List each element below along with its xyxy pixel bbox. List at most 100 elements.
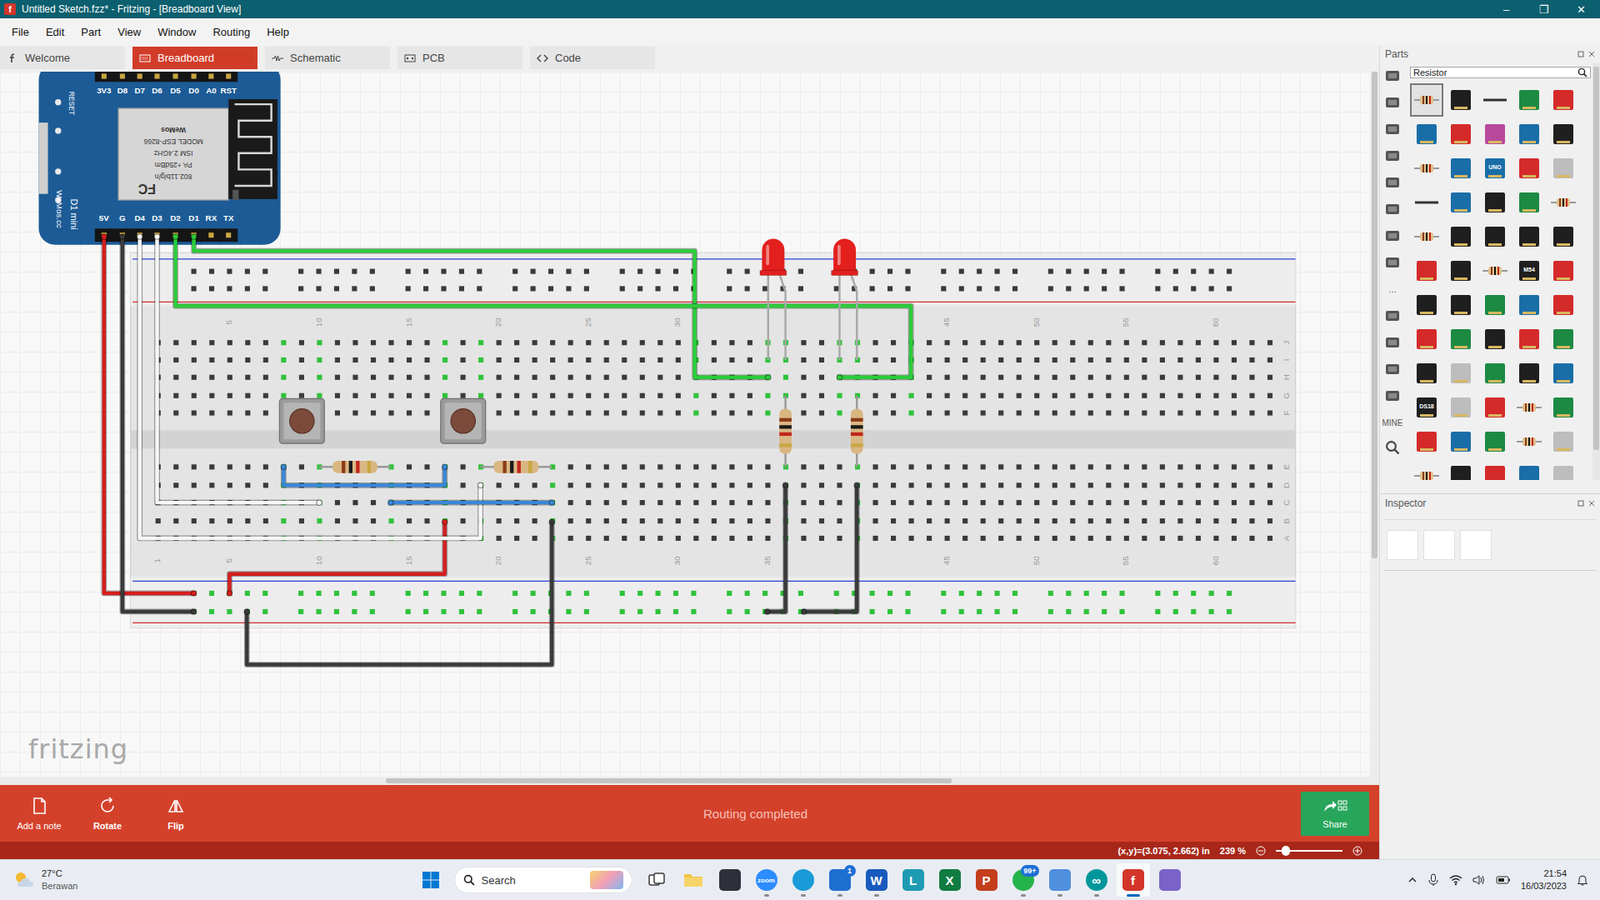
wire[interactable] xyxy=(764,482,788,615)
part-result[interactable] xyxy=(1410,459,1444,480)
taskbar-app[interactable] xyxy=(640,863,674,897)
part-result[interactable] xyxy=(1444,117,1478,151)
part-result[interactable] xyxy=(1444,220,1478,254)
menu-item[interactable]: Edit xyxy=(37,22,73,42)
view-tab[interactable]: Welcome xyxy=(0,46,125,70)
part-result[interactable] xyxy=(1444,83,1478,117)
part-result[interactable] xyxy=(1512,288,1546,322)
resistor[interactable] xyxy=(319,460,391,474)
part-result[interactable] xyxy=(1410,425,1444,459)
part-result[interactable] xyxy=(1478,185,1512,220)
bin-icon[interactable] xyxy=(1383,173,1402,192)
taskbar-app[interactable]: P xyxy=(970,863,1004,897)
taskbar-app[interactable] xyxy=(676,863,710,897)
part-result[interactable] xyxy=(1478,220,1512,254)
toolbar-button[interactable]: Add a note xyxy=(5,795,74,831)
toolbar-button[interactable]: Flip xyxy=(141,795,210,831)
menu-item[interactable]: Window xyxy=(149,22,205,42)
part-result[interactable] xyxy=(1444,288,1478,322)
taskbar-app[interactable] xyxy=(1153,863,1187,897)
led[interactable] xyxy=(831,238,859,360)
chevron-up-icon[interactable] xyxy=(1407,875,1418,885)
microphone-icon[interactable] xyxy=(1427,873,1440,887)
part-result[interactable] xyxy=(1478,356,1512,390)
part-result[interactable] xyxy=(1512,425,1546,459)
wire[interactable] xyxy=(172,234,911,380)
led[interactable] xyxy=(760,238,787,360)
part-result[interactable] xyxy=(1444,322,1478,356)
scroll-thumb[interactable] xyxy=(385,778,952,784)
part-result[interactable] xyxy=(1444,425,1478,459)
taskbar-app[interactable] xyxy=(786,863,820,897)
taskbar-app[interactable]: W xyxy=(860,863,894,897)
part-result[interactable] xyxy=(1512,322,1546,356)
bin-icon[interactable] xyxy=(1383,360,1402,379)
close-icon[interactable] xyxy=(1588,50,1595,58)
part-result[interactable] xyxy=(1512,220,1546,254)
part-result[interactable] xyxy=(1546,151,1580,185)
view-tab[interactable]: Breadboard xyxy=(132,46,258,70)
wire[interactable] xyxy=(280,464,448,485)
taskbar-app[interactable]: L xyxy=(896,863,930,897)
view-tab[interactable]: Code xyxy=(530,46,655,70)
taskbar-app[interactable]: 1 xyxy=(823,863,857,897)
wire[interactable] xyxy=(244,519,555,665)
part-result[interactable] xyxy=(1410,151,1444,185)
part-result[interactable] xyxy=(1512,390,1546,425)
wire[interactable] xyxy=(800,482,860,615)
menu-item[interactable]: Part xyxy=(72,22,110,42)
part-result[interactable] xyxy=(1478,390,1512,425)
part-result[interactable] xyxy=(1410,220,1444,254)
part-result[interactable] xyxy=(1410,254,1444,288)
wire[interactable] xyxy=(137,234,484,539)
part-result[interactable] xyxy=(1444,356,1478,390)
float-icon[interactable] xyxy=(1577,50,1585,58)
part-result[interactable] xyxy=(1410,185,1444,220)
push-button[interactable] xyxy=(279,398,325,444)
scroll-thumb[interactable] xyxy=(1593,66,1600,450)
push-button[interactable] xyxy=(440,398,486,444)
zoom-out-icon[interactable] xyxy=(1255,845,1266,856)
part-result[interactable]: M54 xyxy=(1512,254,1546,288)
bin-icon[interactable] xyxy=(1383,93,1402,112)
wire[interactable] xyxy=(101,234,197,596)
part-result[interactable] xyxy=(1546,254,1580,288)
circuit-drawing[interactable]: 5101520253045505560151015202530354550556… xyxy=(0,71,1370,777)
menu-item[interactable]: File xyxy=(3,22,38,42)
parts-scrollbar[interactable] xyxy=(1592,63,1600,480)
horizontal-scrollbar[interactable] xyxy=(0,776,1380,785)
bin-icon[interactable] xyxy=(1383,200,1402,219)
battery-icon[interactable] xyxy=(1495,875,1511,885)
resistor[interactable] xyxy=(480,460,553,474)
part-result[interactable] xyxy=(1410,288,1444,322)
toolbar-button[interactable]: Rotate xyxy=(73,795,142,831)
menu-item[interactable]: View xyxy=(109,22,150,42)
part-result[interactable] xyxy=(1478,459,1512,480)
part-result[interactable] xyxy=(1444,185,1478,220)
vertical-scrollbar[interactable] xyxy=(1370,71,1380,777)
part-result[interactable] xyxy=(1512,459,1546,480)
part-result[interactable] xyxy=(1410,322,1444,356)
taskbar-app[interactable]: 99+ xyxy=(1006,863,1040,897)
notification-icon[interactable] xyxy=(1576,873,1589,887)
part-result[interactable] xyxy=(1444,151,1478,185)
clock[interactable]: 21:5416/03/2023 xyxy=(1520,867,1567,893)
part-result[interactable] xyxy=(1546,459,1580,480)
bin-icon[interactable] xyxy=(1383,333,1402,352)
wire[interactable] xyxy=(388,500,555,505)
part-result[interactable]: UNO xyxy=(1478,151,1512,185)
start-button[interactable] xyxy=(414,863,448,897)
bin-icon[interactable] xyxy=(1383,66,1402,85)
window-control[interactable]: ✕ xyxy=(1562,0,1600,19)
part-result[interactable] xyxy=(1410,83,1444,117)
part-result[interactable] xyxy=(1410,117,1444,151)
part-result[interactable] xyxy=(1478,288,1512,322)
taskbar-app[interactable]: f xyxy=(1116,863,1150,897)
float-icon[interactable] xyxy=(1577,500,1585,507)
part-result[interactable] xyxy=(1478,425,1512,459)
view-tab[interactable]: PCB xyxy=(397,46,523,70)
part-result[interactable] xyxy=(1546,185,1580,220)
part-result[interactable] xyxy=(1444,390,1478,425)
speaker-icon[interactable] xyxy=(1472,874,1486,886)
part-result[interactable] xyxy=(1444,254,1478,288)
